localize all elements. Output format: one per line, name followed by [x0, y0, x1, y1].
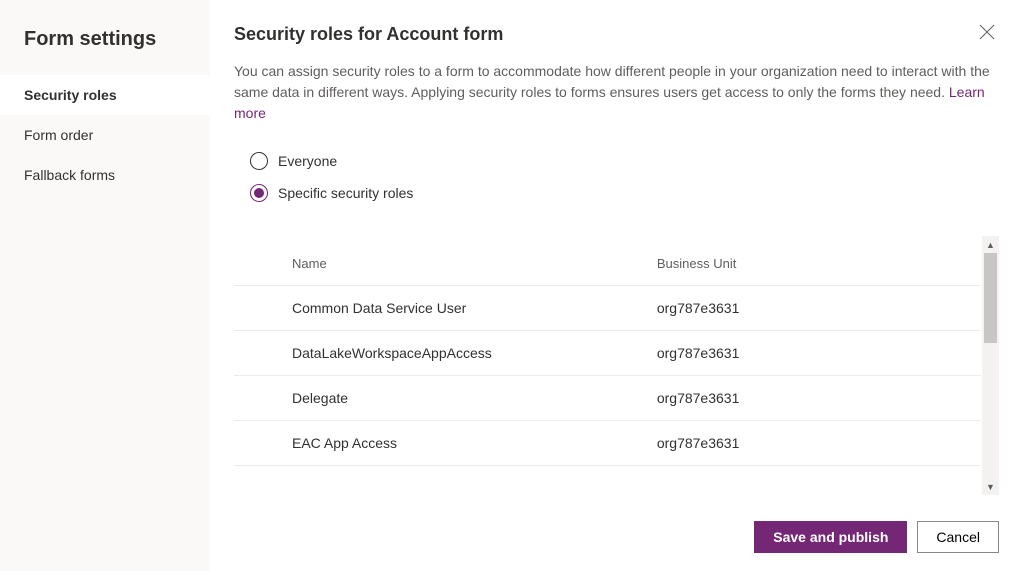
roles-table-scroll[interactable]: Name Business Unit Common Data Service U…	[234, 236, 999, 495]
page-description: You can assign security roles to a form …	[234, 61, 999, 124]
roles-table-container: Name Business Unit Common Data Service U…	[234, 236, 999, 495]
scroll-up-icon[interactable]: ▲	[982, 236, 999, 253]
radio-label: Everyone	[278, 153, 337, 169]
scrollbar-thumb[interactable]	[984, 253, 997, 343]
sidebar-item-fallback-forms[interactable]: Fallback forms	[0, 155, 210, 195]
column-header-name[interactable]: Name	[234, 236, 645, 286]
cell-name: EAC App Access	[234, 421, 645, 466]
radio-everyone[interactable]: Everyone	[250, 152, 999, 170]
panel-footer: Save and publish Cancel	[234, 507, 999, 571]
table-row[interactable]: Delegate org787e3631	[234, 376, 981, 421]
cell-bu: org787e3631	[645, 421, 981, 466]
roles-table: Name Business Unit Common Data Service U…	[234, 236, 981, 466]
cell-bu: org787e3631	[645, 286, 981, 331]
cell-bu: org787e3631	[645, 331, 981, 376]
page-title: Security roles for Account form	[234, 24, 503, 45]
cancel-button[interactable]: Cancel	[917, 521, 999, 553]
radio-specific-roles[interactable]: Specific security roles	[250, 184, 999, 202]
close-icon	[979, 24, 995, 40]
settings-sidebar: Form settings Security roles Form order …	[0, 0, 210, 571]
sidebar-item-label: Fallback forms	[24, 167, 115, 183]
save-and-publish-button[interactable]: Save and publish	[754, 521, 907, 553]
sidebar-item-label: Security roles	[24, 87, 117, 103]
sidebar-item-label: Form order	[24, 127, 93, 143]
table-row[interactable]: DataLakeWorkspaceAppAccess org787e3631	[234, 331, 981, 376]
radio-label: Specific security roles	[278, 185, 413, 201]
main-panel: Security roles for Account form You can …	[210, 0, 1031, 571]
description-text: You can assign security roles to a form …	[234, 63, 990, 100]
panel-header: Security roles for Account form	[234, 24, 999, 61]
cell-bu: org787e3631	[645, 376, 981, 421]
cell-name: Delegate	[234, 376, 645, 421]
column-header-business-unit[interactable]: Business Unit	[645, 236, 981, 286]
radio-icon	[250, 184, 268, 202]
radio-dot-icon	[254, 188, 264, 198]
scroll-down-icon[interactable]: ▼	[982, 478, 999, 495]
sidebar-item-security-roles[interactable]: Security roles	[0, 75, 210, 115]
close-button[interactable]	[975, 20, 999, 47]
sidebar-title: Form settings	[0, 20, 210, 75]
role-scope-radio-group: Everyone Specific security roles	[250, 152, 999, 216]
radio-icon	[250, 152, 268, 170]
cell-name: Common Data Service User	[234, 286, 645, 331]
table-row[interactable]: Common Data Service User org787e3631	[234, 286, 981, 331]
scrollbar[interactable]: ▲ ▼	[982, 236, 999, 495]
table-row[interactable]: EAC App Access org787e3631	[234, 421, 981, 466]
sidebar-item-form-order[interactable]: Form order	[0, 115, 210, 155]
cell-name: DataLakeWorkspaceAppAccess	[234, 331, 645, 376]
